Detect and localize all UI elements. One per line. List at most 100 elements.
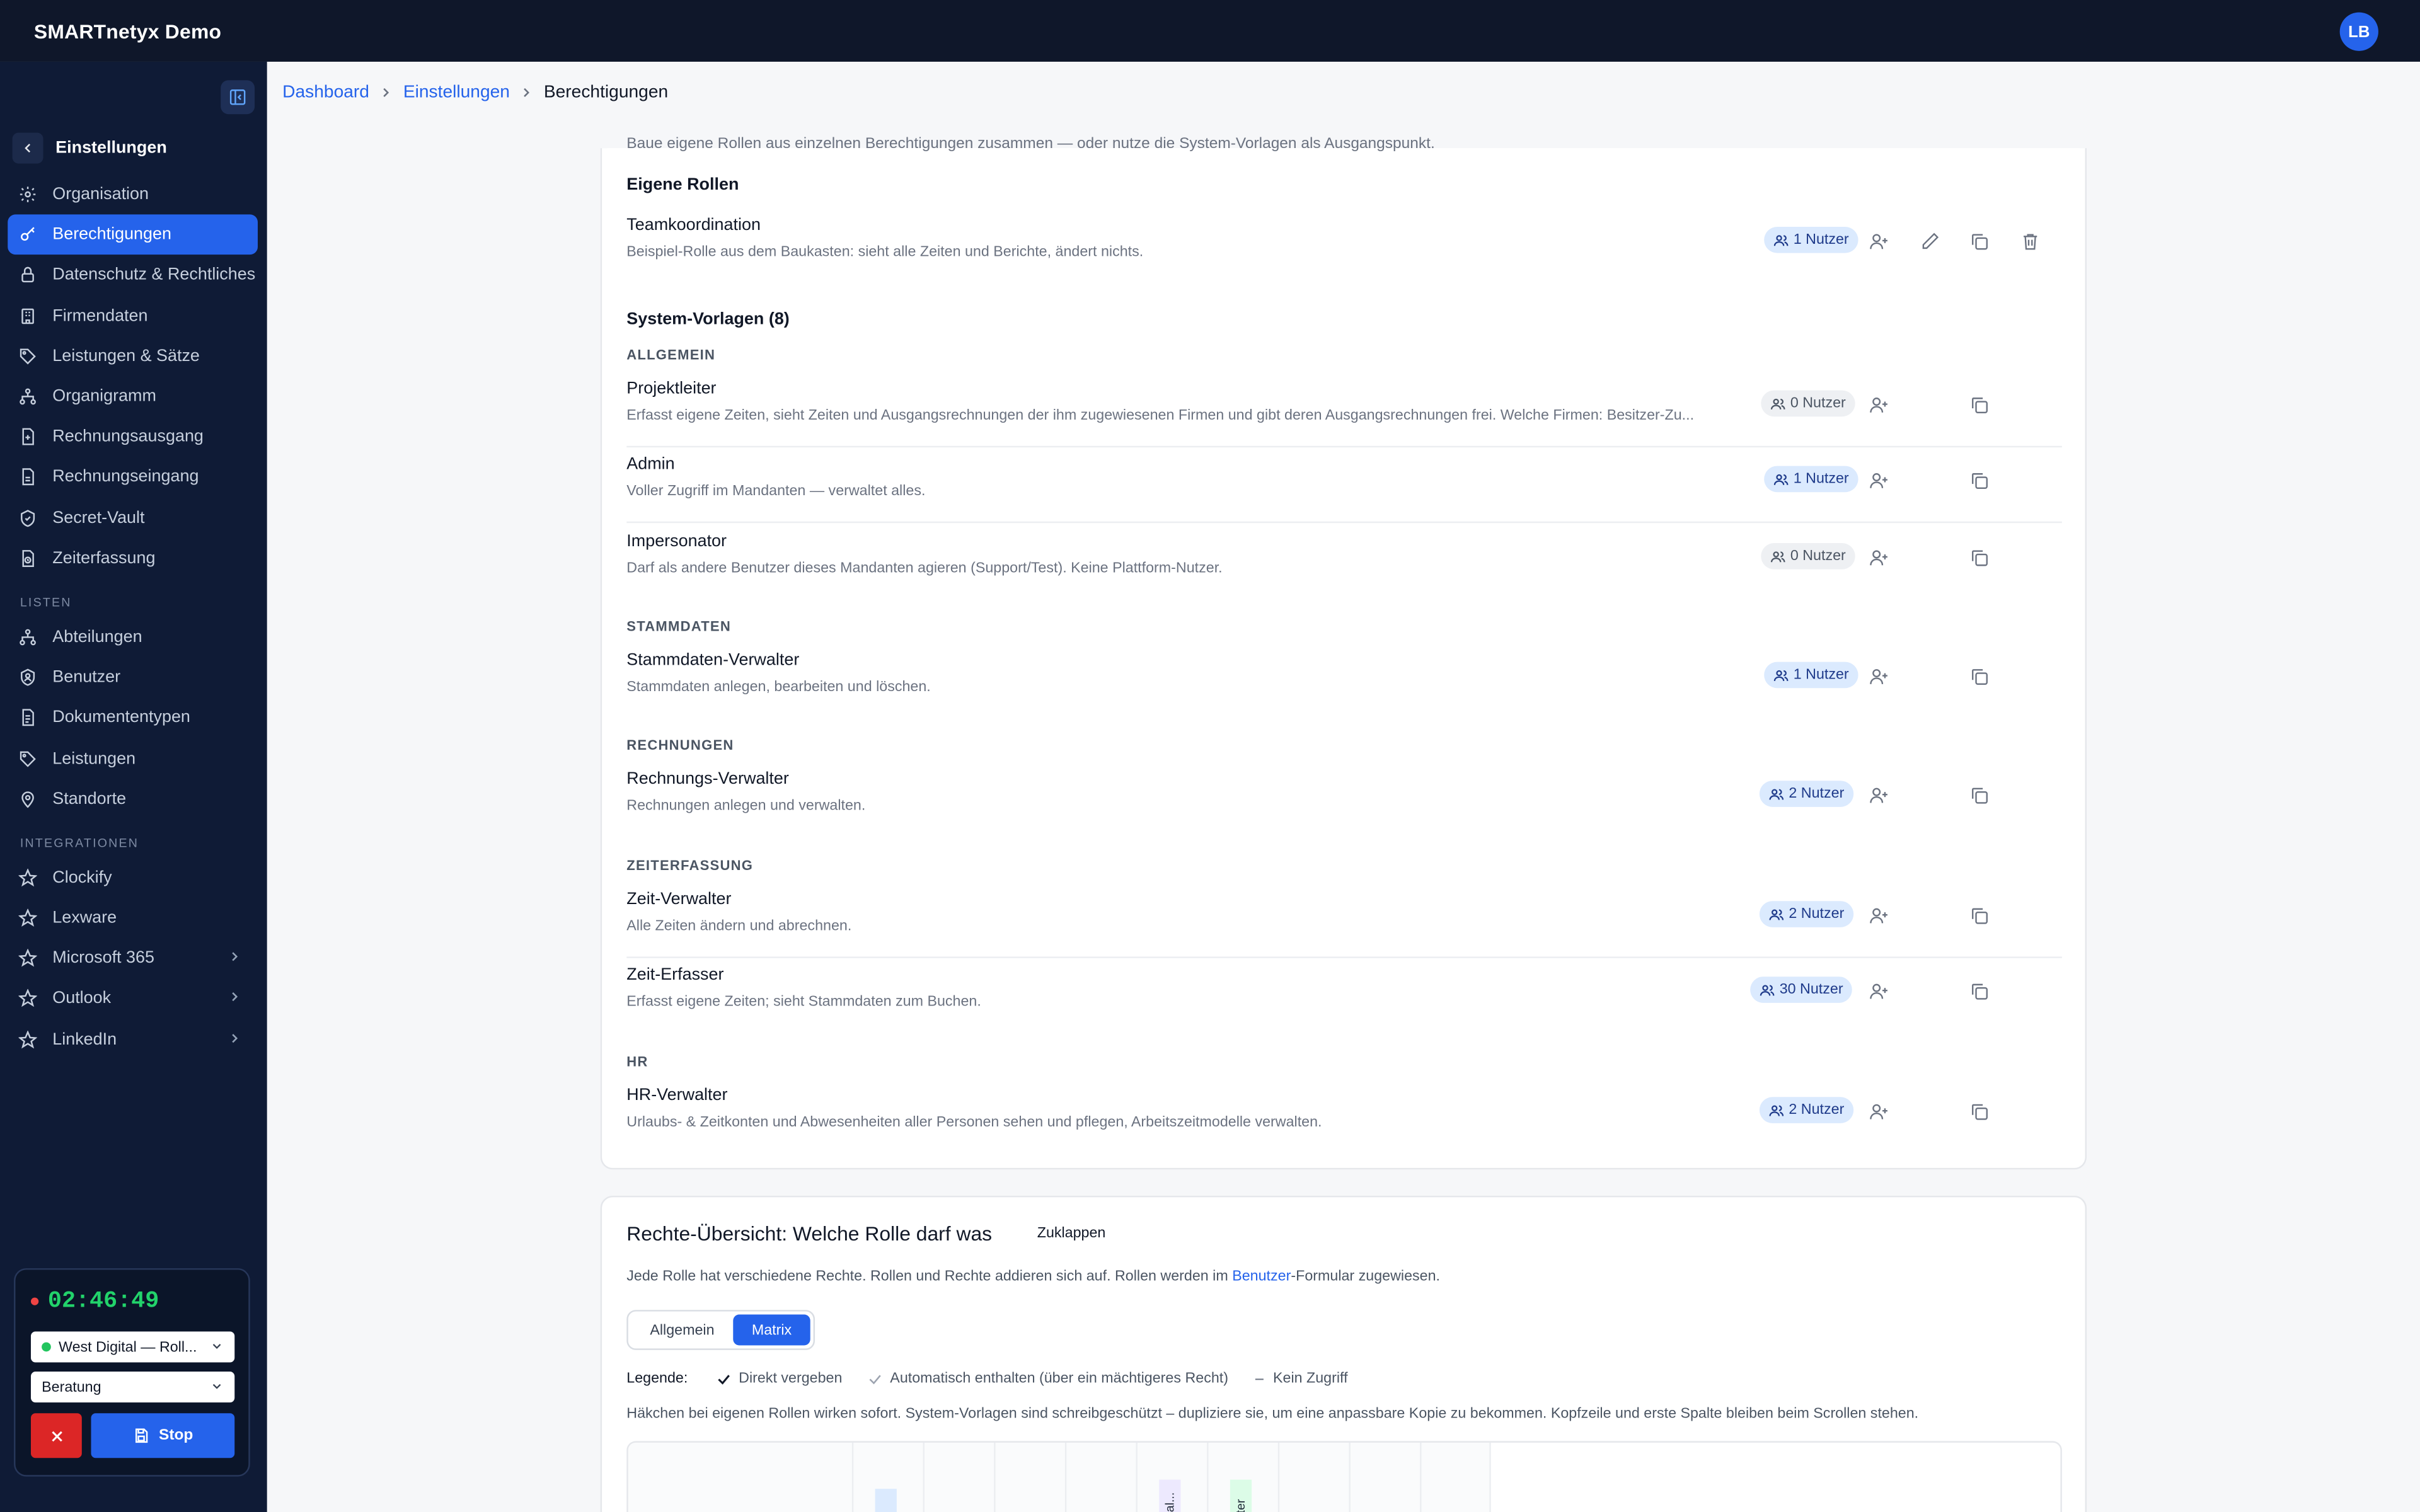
settings-back-row[interactable]: Einstellungen — [12, 132, 167, 164]
activity-select[interactable]: Beratung — [30, 1372, 235, 1403]
badge-label: 2 Nutzer — [1789, 1101, 1845, 1119]
role-user-count-badge[interactable]: 1 Nutzer — [1764, 662, 1858, 689]
sidebar-item-linkedin[interactable]: LinkedIn — [8, 1019, 258, 1060]
users-icon — [1760, 984, 1775, 995]
role-user-count-badge[interactable]: 1 Nutzer — [1764, 466, 1858, 493]
matrix-header-col: on — [851, 1442, 923, 1512]
sidebar-item-rechnungseingang[interactable]: Rechnungseingang — [8, 457, 258, 498]
role-user-count-badge[interactable]: 2 Nutzer — [1759, 901, 1854, 927]
role-name: Zeit-Erfasser — [626, 966, 724, 985]
sidebar-item-label: Leistungen — [52, 749, 136, 768]
tab-matrix[interactable]: Matrix — [733, 1314, 810, 1346]
sidebar-item-leistungen-saetze[interactable]: Leistungen & Sätze — [8, 336, 258, 376]
sidebar-item-label: Rechnungseingang — [52, 468, 199, 487]
gear-icon — [17, 184, 38, 205]
user-plus-icon — [1869, 907, 1887, 923]
role-user-count-badge[interactable]: 1 Nutzer — [1764, 227, 1858, 253]
topbar: SMARTnetyx Demo LB — [0, 0, 2420, 62]
delete-role-button[interactable] — [2017, 228, 2042, 253]
collapse-button[interactable]: Zuklappen — [1037, 1225, 1106, 1242]
sidebar-item-clockify[interactable]: Clockify — [8, 857, 258, 898]
check-light-icon — [868, 1374, 880, 1384]
duplicate-role-button[interactable] — [1966, 782, 1991, 807]
intro-text-end: -Formular zugewiesen. — [1291, 1268, 1440, 1286]
stop-timer-button[interactable]: Stop — [91, 1413, 235, 1458]
sidebar-item-outlook[interactable]: Outlook — [8, 979, 258, 1019]
sidebar-item-microsoft-365[interactable]: Microsoft 365 — [8, 938, 258, 978]
sidebar-item-benutzer[interactable]: Benutzer — [8, 657, 258, 697]
sidebar-nav: Organisation Berechtigungen Datenschutz … — [8, 175, 258, 1060]
assign-user-button[interactable] — [1866, 467, 1891, 492]
badge-label: 1 Nutzer — [1793, 666, 1849, 684]
assign-user-button[interactable] — [1866, 544, 1891, 569]
users-icon — [1769, 1104, 1784, 1116]
assign-user-button[interactable] — [1866, 1099, 1891, 1123]
role-user-count-badge[interactable]: 2 Nutzer — [1759, 1097, 1854, 1123]
sidebar-item-organisation[interactable]: Organisation — [8, 175, 258, 215]
sidebar-item-label: Firmendaten — [52, 306, 148, 325]
timer-display: 02:46:49 — [30, 1288, 159, 1315]
assign-user-button[interactable] — [1866, 228, 1891, 253]
assign-user-button[interactable] — [1866, 903, 1891, 927]
matrix-header-col — [1349, 1442, 1420, 1512]
benutzer-link[interactable]: Benutzer — [1232, 1268, 1291, 1285]
time-tracker-widget: 02:46:49 West Digital — Roll... Beratung… — [14, 1268, 250, 1477]
sidebar-item-leistungen[interactable]: Leistungen — [8, 738, 258, 779]
duplicate-role-button[interactable] — [1966, 467, 1991, 492]
role-user-count-badge[interactable]: 0 Nutzer — [1761, 543, 1855, 570]
sidebar-item-standorte[interactable]: Standorte — [8, 779, 258, 819]
users-icon — [1773, 473, 1789, 484]
tab-allgemein[interactable]: Allgemein — [631, 1315, 734, 1346]
duplicate-role-button[interactable] — [1966, 1099, 1991, 1123]
role-column-pill[interactable]: erwal... — [1159, 1479, 1181, 1512]
recording-dot-icon — [30, 1297, 39, 1305]
rights-overview-title: Rechte-Übersicht: Welche Rolle darf was — [626, 1222, 993, 1246]
duplicate-role-button[interactable] — [1966, 978, 1991, 1003]
assign-user-button[interactable] — [1866, 782, 1891, 807]
breadcrumb-current: Berechtigungen — [543, 83, 669, 102]
role-desc: Rechnungen anlegen und verwalten. — [626, 798, 866, 815]
assign-user-button[interactable] — [1866, 392, 1891, 416]
shield-icon — [17, 507, 38, 529]
duplicate-role-button[interactable] — [1966, 903, 1991, 927]
sidebar-item-dokumententypen[interactable]: Dokumententypen — [8, 698, 258, 738]
assign-user-button[interactable] — [1866, 978, 1891, 1003]
duplicate-role-button[interactable] — [1966, 392, 1991, 416]
user-avatar[interactable]: LB — [2339, 12, 2378, 51]
sidebar-item-datenschutz[interactable]: Datenschutz & Rechtliches — [8, 255, 258, 295]
sidebar-item-rechnungsausgang[interactable]: Rechnungsausgang — [8, 417, 258, 457]
save-icon — [135, 1428, 148, 1443]
own-roles-heading: Eigene Rollen — [626, 176, 739, 195]
role-column-pill[interactable]: walter — [1230, 1479, 1252, 1512]
sidebar-item-label: Outlook — [52, 989, 112, 1009]
role-row-rechnungs-verwalter: Rechnungs-Verwalter Rechnungen anlegen u… — [626, 762, 2062, 838]
sidebar-item-abteilungen[interactable]: Abteilungen — [8, 617, 258, 657]
duplicate-role-button[interactable] — [1966, 228, 1991, 253]
discard-timer-button[interactable] — [30, 1413, 82, 1458]
role-user-count-badge[interactable]: 30 Nutzer — [1750, 976, 1853, 1003]
copy-icon — [1971, 549, 1987, 566]
project-select[interactable]: West Digital — Roll... — [30, 1331, 235, 1363]
breadcrumb-einstellungen[interactable]: Einstellungen — [403, 83, 510, 101]
sidebar-item-secret-vault[interactable]: Secret-Vault — [8, 498, 258, 538]
chevron-right-icon — [232, 1033, 238, 1043]
sidebar-item-lexware[interactable]: Lexware — [8, 898, 258, 938]
edit-role-button[interactable] — [1917, 228, 1942, 253]
sidebar-item-berechtigungen[interactable]: Berechtigungen — [8, 214, 258, 256]
sidebar-collapse-button[interactable] — [221, 80, 255, 115]
sidebar-item-zeiterfassung[interactable]: Zeiterfassung — [8, 538, 258, 578]
duplicate-role-button[interactable] — [1966, 544, 1991, 569]
role-desc: Voller Zugriff im Mandanten — verwaltet … — [626, 483, 926, 500]
users-icon — [1769, 908, 1784, 920]
breadcrumb-dashboard[interactable]: Dashboard — [282, 83, 369, 101]
role-user-count-badge[interactable]: 0 Nutzer — [1761, 390, 1855, 417]
sidebar-item-organigramm[interactable]: Organigramm — [8, 376, 258, 416]
status-dot-icon — [42, 1342, 51, 1352]
role-column-pill[interactable]: on — [875, 1489, 897, 1512]
assign-user-button[interactable] — [1866, 663, 1891, 688]
duplicate-role-button[interactable] — [1966, 663, 1991, 688]
back-button[interactable] — [12, 132, 43, 164]
role-user-count-badge[interactable]: 2 Nutzer — [1759, 781, 1854, 807]
role-row-teamkoordination: Teamkoordination Beispiel-Rolle aus dem … — [626, 209, 2062, 284]
sidebar-item-firmendaten[interactable]: Firmendaten — [8, 295, 258, 336]
